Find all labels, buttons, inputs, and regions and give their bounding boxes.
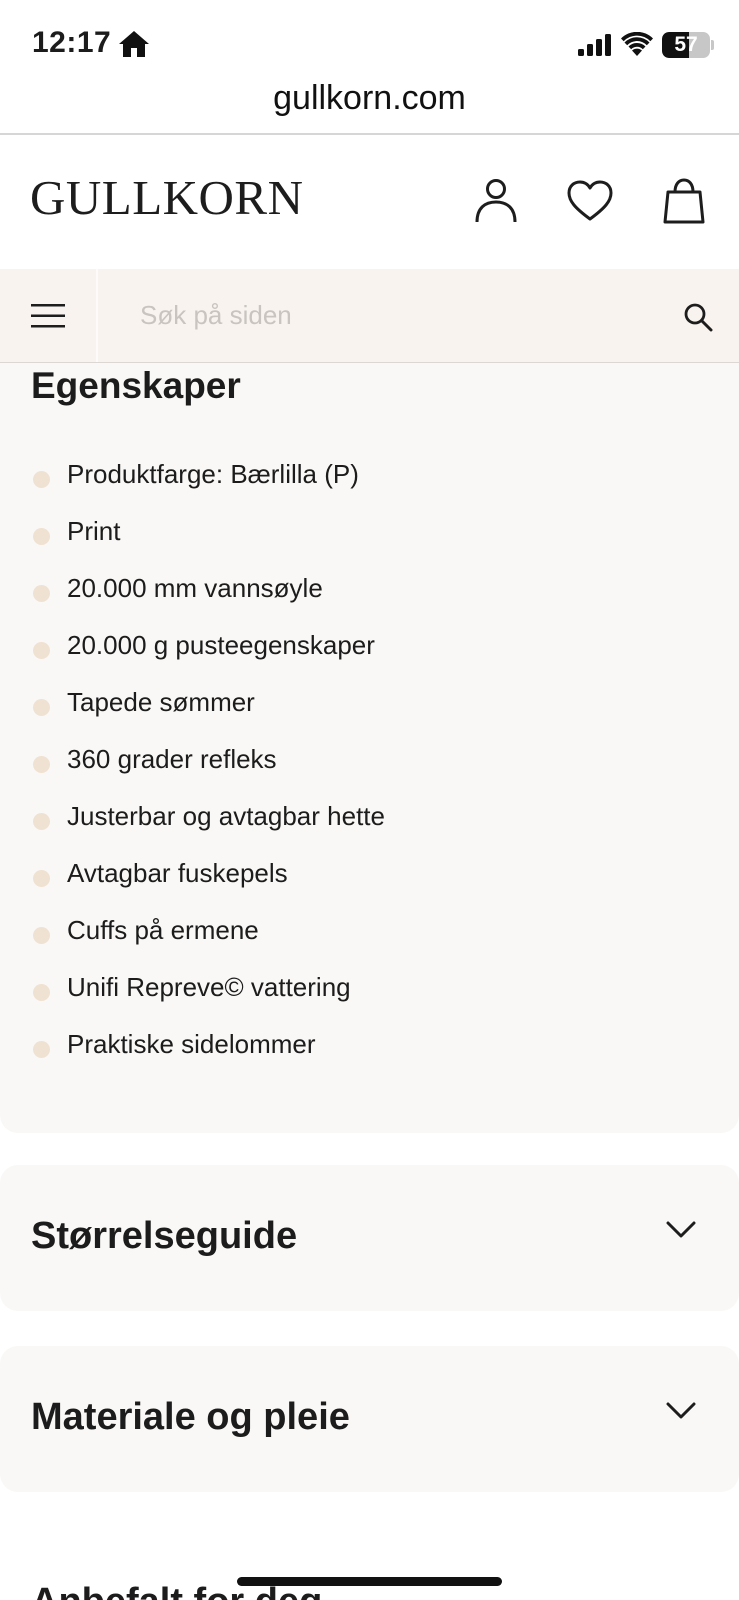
bullet-icon [33,585,50,602]
chevron-down-icon[interactable] [666,1221,696,1244]
feature-text: 360 grader refleks [67,744,277,774]
product-details: Egenskaper Produktfarge: Bærlilla (P) Pr… [0,363,739,1600]
feature-item: 20.000 g pusteegenskaper [0,626,700,683]
status-time: 12:17 [32,26,112,59]
bullet-icon [33,699,50,716]
feature-item: Tapede sømmer [0,683,700,740]
feature-item: Unifi Repreve© vattering [0,968,700,1025]
features-section: Egenskaper Produktfarge: Bærlilla (P) Pr… [0,363,739,1133]
accordion-title: Størrelseguide [31,1215,298,1257]
accordion-title: Materiale og pleie [31,1396,350,1438]
hamburger-icon [31,303,65,327]
chevron-down-icon[interactable] [666,1402,696,1425]
home-indicator[interactable] [237,1577,502,1586]
site-header: GULLKORN [0,135,739,269]
bullet-icon [33,756,50,773]
material-care-accordion[interactable]: Materiale og pleie [0,1346,739,1492]
feature-text: Tapede sømmer [67,687,255,717]
signal-icon [578,34,614,61]
size-guide-accordion[interactable]: Størrelseguide [0,1165,739,1311]
feature-text: Print [67,516,121,546]
browser-url[interactable]: gullkorn.com [0,70,739,126]
bullet-icon [33,642,50,659]
bullet-icon [33,1041,50,1058]
feature-text: 20.000 g pusteegenskaper [67,630,375,660]
feature-item: Avtagbar fuskepels [0,854,700,911]
bullet-icon [33,813,50,830]
feature-text: Unifi Repreve© vattering [67,972,351,1002]
battery-level: 57 [674,33,698,56]
feature-text: Cuffs på ermene [67,915,259,945]
bullet-icon [33,984,50,1001]
feature-item: Justerbar og avtagbar hette [0,797,700,854]
bullet-icon [33,870,50,887]
site-logo[interactable]: GULLKORN [30,169,303,226]
status-bar: 12:17 57 [0,0,739,80]
heart-icon[interactable] [566,177,614,225]
search-input[interactable] [110,285,710,345]
user-icon[interactable] [472,177,520,225]
feature-text: 20.000 mm vannsøyle [67,573,323,603]
bullet-icon [33,471,50,488]
search-icon[interactable] [676,295,720,339]
features-title: Egenskaper [31,365,241,406]
feature-text: Avtagbar fuskepels [67,858,288,888]
bullet-icon [33,528,50,545]
feature-item: Produktfarge: Bærlilla (P) [0,455,700,512]
shopping-bag-icon[interactable] [660,177,708,225]
feature-item: 360 grader refleks [0,740,700,797]
feature-text: Justerbar og avtagbar hette [67,801,385,831]
home-icon [118,30,150,63]
battery-cap [711,40,714,50]
feature-list: Produktfarge: Bærlilla (P) Print 20.000 … [0,455,700,1082]
search-row [0,269,739,363]
feature-item: Cuffs på ermene [0,911,700,968]
wifi-icon [621,31,653,61]
feature-text: Produktfarge: Bærlilla (P) [67,459,359,489]
feature-item: Praktiske sidelommer [0,1025,700,1082]
feature-item: 20.000 mm vannsøyle [0,569,700,626]
bullet-icon [33,927,50,944]
feature-text: Praktiske sidelommer [67,1029,316,1059]
battery-icon: 57 [662,32,710,58]
feature-item: Print [0,512,700,569]
menu-button[interactable] [0,269,98,362]
